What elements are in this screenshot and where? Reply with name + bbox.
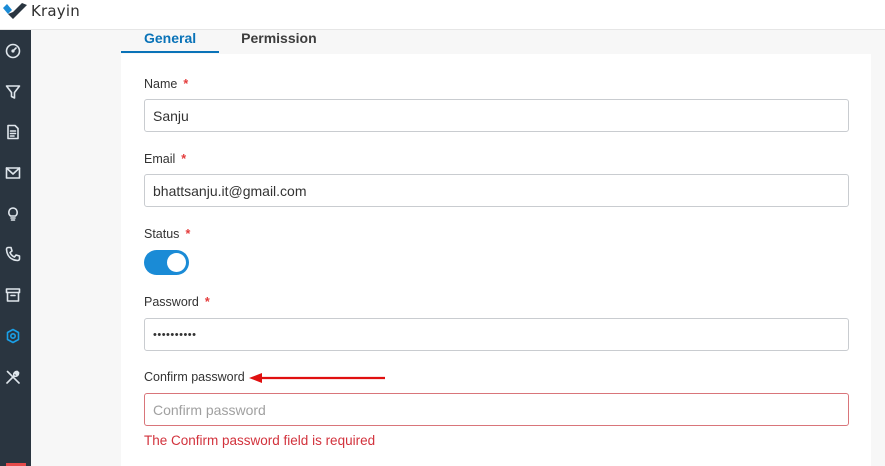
sidebar (0, 30, 31, 466)
tab-permission[interactable]: Permission (219, 30, 339, 53)
sidebar-item-contacts[interactable] (3, 244, 23, 264)
name-field-value: Sanju (153, 107, 189, 124)
tools-icon (6, 370, 20, 384)
krayin-logo[interactable]: Krayin (2, 0, 80, 22)
tab-general[interactable]: General (121, 30, 220, 53)
email-label: Email * (144, 152, 186, 166)
sidebar-item-settings[interactable] (3, 326, 23, 346)
lightbulb-icon (8, 207, 18, 221)
sidebar-item-configuration[interactable] (3, 367, 23, 387)
required-mark: * (181, 152, 187, 166)
document-icon (7, 124, 19, 140)
password-label-text: Password (144, 295, 199, 309)
status-toggle[interactable] (144, 250, 189, 275)
password-label: Password * (144, 295, 210, 309)
krayin-logo-icon (3, 3, 27, 19)
sidebar-item-quotes[interactable] (3, 122, 23, 142)
sidebar-item-leads[interactable] (3, 82, 23, 102)
confirm-password-label: Confirm password (144, 370, 245, 384)
password-field[interactable]: •••••••••• (144, 318, 849, 351)
annotation-arrow-icon (249, 373, 385, 383)
status-label-text: Status (144, 227, 180, 241)
name-label-text: Name (144, 77, 178, 91)
phone-icon (5, 246, 21, 262)
password-field-value: •••••••••• (153, 328, 197, 341)
required-mark: * (185, 227, 191, 241)
status-label: Status * (144, 227, 190, 241)
required-mark: * (183, 77, 189, 91)
confirm-password-error: The Confirm password field is required (144, 433, 376, 448)
email-field-value: bhattsanju.it@gmail.com (153, 182, 307, 199)
mail-icon (5, 167, 21, 179)
user-form-panel: Name * Sanju Email * bhattsanju.it@gmail.c… (121, 54, 871, 466)
name-label: Name * (144, 77, 188, 91)
email-field[interactable]: bhattsanju.it@gmail.com (144, 174, 849, 207)
archive-icon (5, 288, 21, 302)
email-label-text: Email (144, 152, 176, 166)
confirm-password-label-text: Confirm password (144, 370, 245, 384)
gear-icon (6, 328, 20, 344)
dashboard-icon (5, 43, 21, 59)
status-toggle-knob (167, 253, 186, 272)
confirm-password-placeholder: Confirm password (153, 401, 266, 418)
sidebar-item-activities[interactable] (3, 203, 23, 223)
required-mark: * (204, 295, 210, 309)
confirm-password-field[interactable]: Confirm password (144, 393, 849, 426)
filter-icon (5, 85, 21, 99)
sidebar-item-dashboard[interactable] (3, 41, 23, 61)
sidebar-item-products[interactable] (3, 285, 23, 305)
name-field[interactable]: Sanju (144, 99, 849, 132)
top-bar: Krayin (0, 0, 885, 30)
sidebar-item-mail[interactable] (3, 163, 23, 183)
app-name: Krayin (31, 2, 80, 20)
tab-bar: General Permission (121, 30, 340, 53)
